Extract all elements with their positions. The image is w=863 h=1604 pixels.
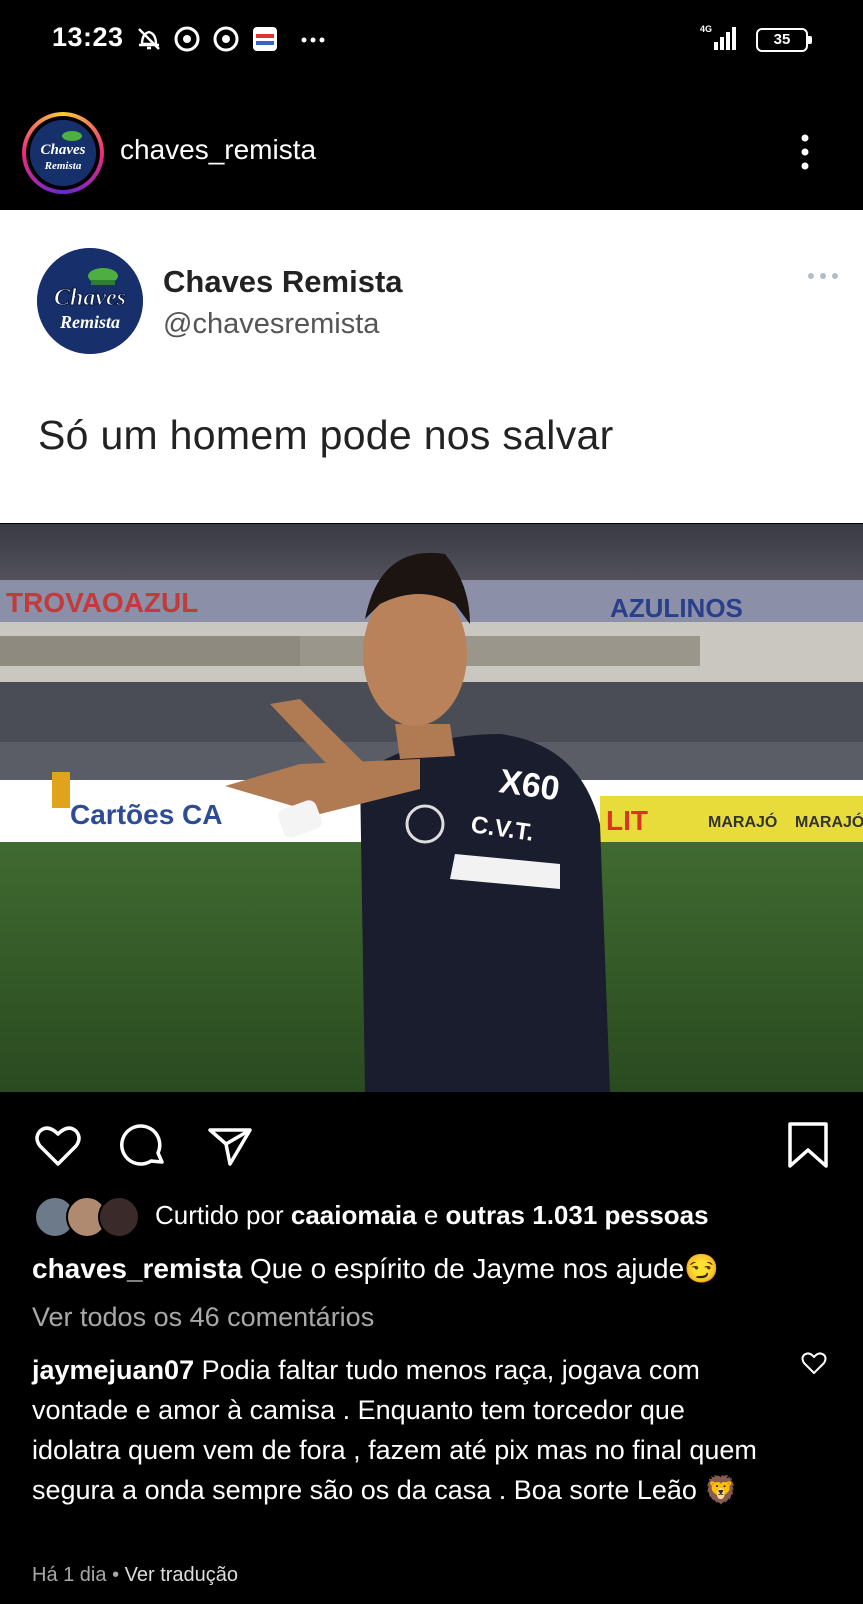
svg-text:Chaves: Chaves xyxy=(41,142,86,158)
view-all-comments-link[interactable]: Ver todos os 46 comentários xyxy=(32,1302,374,1333)
svg-text:Remista: Remista xyxy=(44,160,82,172)
chrome-icon xyxy=(213,26,239,52)
more-options-icon[interactable] xyxy=(800,132,810,172)
tweet-more-icon xyxy=(808,273,838,279)
status-bar: 13:23 4G 35 xyxy=(0,0,863,80)
app-icon xyxy=(253,27,277,51)
network-type: 4G xyxy=(700,24,712,34)
comment-age: Há 1 dia xyxy=(32,1564,107,1586)
comment-like-heart-icon[interactable] xyxy=(800,1350,828,1376)
caption-username[interactable]: chaves_remista xyxy=(32,1253,242,1284)
ad-board-left: Cartões CA xyxy=(70,799,222,830)
stadium-banner-left: TROVAOAZUL xyxy=(6,587,198,618)
svg-text:Remista: Remista xyxy=(59,312,120,332)
tweet-handle: @chavesremista xyxy=(163,308,380,340)
more-dots-icon xyxy=(301,37,325,43)
chaves-remista-logo: Chaves Remista xyxy=(30,120,96,186)
comment-username[interactable]: jaymejuan07 xyxy=(32,1355,194,1385)
svg-text:MARAJÓ: MARAJÓ xyxy=(795,812,863,831)
avatar[interactable]: Chaves Remista xyxy=(30,120,96,186)
svg-text:Chaves: Chaves xyxy=(54,285,126,311)
status-time: 13:23 xyxy=(52,22,124,52)
player-photo: TROVAOAZUL AZULINOS Cartões CA LIT MARAJ… xyxy=(0,524,863,1092)
comment-meta: Há 1 dia • Ver tradução xyxy=(32,1564,238,1587)
tweet-text: Só um homem pode nos salvar xyxy=(38,412,614,458)
post-username[interactable]: chaves_remista xyxy=(120,134,316,166)
bookmark-icon[interactable] xyxy=(782,1120,834,1172)
likes-connector: e xyxy=(423,1200,439,1230)
post-photo[interactable]: TROVAOAZUL AZULINOS Cartões CA LIT MARAJ… xyxy=(0,524,863,1092)
ad-board-right: LIT xyxy=(606,805,648,836)
post-caption: chaves_remista Que o espírito de Jayme n… xyxy=(32,1252,852,1285)
stadium-banner-right: AZULINOS xyxy=(610,593,743,623)
see-translation-link[interactable]: Ver tradução xyxy=(125,1564,238,1586)
chrome-icon xyxy=(174,26,200,52)
likes-prefix: Curtido por xyxy=(155,1200,284,1230)
ad-board-right2: MARAJÓ xyxy=(708,812,777,831)
comment-icon[interactable] xyxy=(118,1120,170,1172)
liker-avatar xyxy=(98,1196,140,1238)
likes-summary[interactable]: Curtido por caaiomaia e outras 1.031 pes… xyxy=(155,1200,709,1231)
caption-text: Que o espírito de Jayme nos ajude😏 xyxy=(249,1253,720,1284)
share-icon[interactable] xyxy=(204,1120,256,1172)
dnd-off-icon xyxy=(138,28,160,50)
chaves-remista-logo: Chaves Remista xyxy=(37,248,143,354)
tweet-display-name: Chaves Remista xyxy=(163,264,403,299)
likes-others[interactable]: outras 1.031 pessoas xyxy=(446,1200,709,1230)
comment: jaymejuan07 Podia faltar tudo menos raça… xyxy=(32,1350,772,1510)
meta-separator: • xyxy=(112,1564,120,1586)
signal-icon: 4G xyxy=(700,24,736,50)
tweet-card xyxy=(0,210,863,523)
likes-user[interactable]: caaiomaia xyxy=(291,1200,417,1230)
tweet-avatar: Chaves Remista xyxy=(37,248,143,354)
battery-icon: 35 xyxy=(756,28,812,52)
like-heart-icon[interactable] xyxy=(32,1120,84,1172)
